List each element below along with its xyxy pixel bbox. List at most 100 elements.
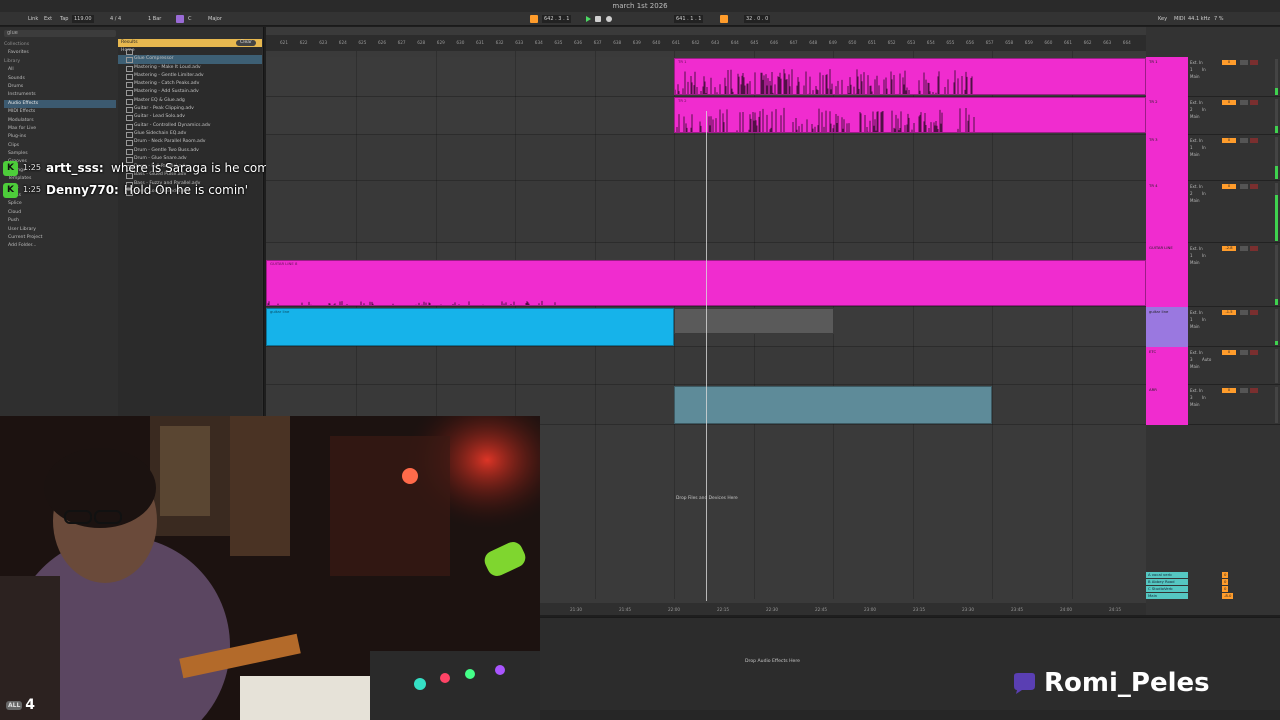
track-header[interactable]: guitar line [1146,307,1188,347]
browser-category[interactable]: Favorites [4,49,116,57]
time-signature-field[interactable]: 4 / 4 [108,15,123,23]
key-field[interactable]: C [186,15,194,23]
play-icon[interactable] [584,15,592,23]
solo-button[interactable] [1240,184,1248,189]
return-volume[interactable]: 0 [1222,586,1229,592]
solo-button[interactable] [1240,100,1248,105]
volume-field[interactable]: -1.5 [1222,310,1236,315]
volume-field[interactable]: 0 [1222,100,1236,105]
input-type-select[interactable]: Ext. In [1190,184,1203,189]
browser-category[interactable]: Plug-ins [4,133,116,141]
volume-field[interactable]: 0 [1222,138,1236,143]
output-select[interactable]: Main [1190,402,1200,407]
audio-clip[interactable]: TR 2 [674,97,1146,133]
track-header[interactable]: TR 1 [1146,57,1188,97]
browser-category[interactable]: Samples [4,150,116,158]
stop-icon[interactable] [595,16,601,22]
input-channel-select[interactable]: 1 [1190,253,1193,258]
monitor-button[interactable]: In [1202,191,1206,196]
solo-button[interactable] [1240,310,1248,315]
volume-field[interactable]: 0 [1222,60,1236,65]
return-track[interactable]: Main -8.0 [1146,593,1280,600]
playhead[interactable] [706,111,707,601]
arm-button[interactable] [1250,388,1258,393]
volume-field[interactable]: 0 [1222,184,1236,189]
input-channel-select[interactable]: 3 [1190,395,1193,400]
loop-start-field[interactable]: 641 . 1 . 1 [674,15,704,23]
browser-category[interactable]: Clips [4,142,116,150]
output-select[interactable]: Main [1190,364,1200,369]
preset-item[interactable]: Mastering - Add Sustain.adv [118,88,262,97]
track-header[interactable]: ARR [1146,385,1188,425]
browser-category[interactable]: MIDI Effects [4,108,116,116]
output-select[interactable]: Main [1190,260,1200,265]
input-channel-select[interactable]: 3 [1190,357,1193,362]
midi-map-button[interactable]: MIDI [1172,15,1187,23]
return-track[interactable]: C StudioVerb 0 [1146,586,1280,593]
output-select[interactable]: Main [1190,114,1200,119]
solo-button[interactable] [1240,60,1248,65]
return-volume[interactable]: 0 [1222,572,1229,578]
solo-button[interactable] [1240,350,1248,355]
tap-tempo-button[interactable]: Tap [58,15,70,23]
monitor-button[interactable]: In [1202,145,1206,150]
browser-category[interactable]: Max for Live [4,125,116,133]
browser-category[interactable]: Push [4,217,116,225]
volume-field[interactable]: 0 [1222,350,1236,355]
preset-item[interactable]: Master EQ & Glue.adg [118,97,262,106]
output-select[interactable]: Main [1190,74,1200,79]
volume-field[interactable]: 0 [1222,388,1236,393]
browser-category[interactable]: User Library [4,226,116,234]
clear-search-button[interactable]: Clear [235,40,256,46]
track-header[interactable]: TR 2 [1146,97,1188,135]
input-channel-select[interactable]: 1 [1190,145,1193,150]
preset-item[interactable]: Guitar - Peak Clipping.adv [118,105,262,114]
browser-category[interactable]: Drums [4,83,116,91]
solo-button[interactable] [1240,138,1248,143]
input-channel-select[interactable]: 2 [1190,191,1193,196]
browser-category[interactable]: Modulators [4,117,116,125]
preset-item[interactable]: Glue Compressor [118,55,262,64]
scale-icon[interactable] [176,15,184,23]
input-type-select[interactable]: Ext. In [1190,100,1203,105]
input-type-select[interactable]: Ext. In [1190,388,1203,393]
recording-clip[interactable] [674,308,834,334]
preset-item[interactable]: Guitar - Controlled Dynamics.adv [118,122,262,130]
solo-button[interactable] [1240,388,1248,393]
return-volume[interactable]: -8.0 [1222,593,1234,599]
input-type-select[interactable]: Ext. In [1190,138,1203,143]
track-header[interactable]: ETC [1146,347,1188,385]
monitor-button[interactable]: In [1202,107,1206,112]
preset-item[interactable]: Mastering - Make It Loud.adv [118,64,262,72]
tempo-field[interactable]: 119.00 [72,15,94,23]
output-select[interactable]: Main [1190,152,1200,157]
browser-category[interactable]: All [4,66,116,74]
track-header[interactable]: GUITAR LINE [1146,243,1188,307]
volume-field[interactable]: -2.8 [1222,246,1236,251]
midi-clip[interactable] [674,386,992,424]
arm-button[interactable] [1250,246,1258,251]
arm-button[interactable] [1250,310,1258,315]
browser-search-input[interactable]: glue [4,30,116,37]
output-select[interactable]: Main [1190,324,1200,329]
input-channel-select[interactable]: 2 [1190,107,1193,112]
input-type-select[interactable]: Ext. In [1190,60,1203,65]
key-map-button[interactable]: Key [1156,15,1169,23]
input-channel-select[interactable]: 1 [1190,67,1193,72]
ext-sync-button[interactable]: Ext [42,15,54,23]
preset-item[interactable]: Mastering - Gentle Limiter.adv [118,72,262,81]
link-button[interactable]: Link [26,15,40,23]
browser-category[interactable]: Audio Effects [4,99,116,109]
browser-category[interactable]: Cloud [4,209,116,217]
browser-category[interactable]: Instruments [4,91,116,99]
record-icon[interactable] [606,16,612,22]
song-position-field[interactable]: 642 . 3 . 1 [542,15,572,23]
monitor-button[interactable]: In [1202,67,1206,72]
arm-button[interactable] [1250,60,1258,65]
preset-item[interactable]: Guitar - Lead Solo.adv [118,113,262,122]
loop-length-field[interactable]: 32 . 0 . 0 [744,15,771,23]
track-header[interactable]: TR 4 [1146,181,1188,243]
results-folder[interactable]: Home [118,47,262,56]
time-ruler[interactable]: 21:30 21:45 22:00 22:15 22:30 22:45 23:00 23:15… [540,603,1146,615]
quantize-menu[interactable]: 1 Bar [146,15,163,23]
